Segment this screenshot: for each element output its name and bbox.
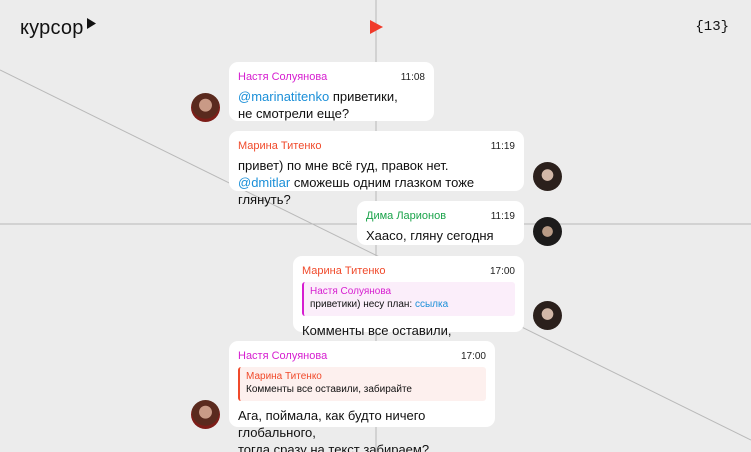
quote-author: Настя Солуянова xyxy=(310,286,392,297)
message-author[interactable]: Марина Титенко xyxy=(302,265,385,277)
message-text-part: Ага, поймала, как будто ничего глобально… xyxy=(238,408,426,440)
quote-text: Комменты все оставили, забирайте xyxy=(246,384,412,395)
reply-quote[interactable]: Марина Титенко Комменты все оставили, за… xyxy=(238,367,486,401)
message-author[interactable]: Дима Ларионов xyxy=(366,210,446,222)
message-bubble: Настя Солуянова 17:00 Марина Титенко Ком… xyxy=(229,341,495,452)
page-number: {13} xyxy=(695,19,729,35)
reply-quote[interactable]: Настя Солуянова приветики) несу план: сс… xyxy=(302,282,515,316)
message-bubble: Дима Ларионов 11:19 Хаасо, гляну сегодня xyxy=(357,201,524,245)
mention-link[interactable]: @marinatitenko xyxy=(238,89,329,104)
logo-text: курсор xyxy=(20,17,84,39)
brand-logo: курсор xyxy=(20,17,96,40)
avatar-marina[interactable] xyxy=(533,162,562,191)
quote-text: приветики) несу план: ссылка xyxy=(310,298,509,312)
message-time: 11:19 xyxy=(490,211,515,222)
message-author[interactable]: Марина Титенко xyxy=(238,140,321,152)
cursor-arrow-icon xyxy=(86,18,96,29)
avatar-nastya[interactable] xyxy=(191,93,220,122)
play-icon xyxy=(370,20,383,34)
message-time: 11:08 xyxy=(400,72,425,83)
message-text-part: приветики, xyxy=(329,89,398,104)
message-time: 17:00 xyxy=(489,266,515,277)
message-bubble: Марина Титенко 17:00 Настя Солуянова при… xyxy=(293,256,524,355)
message-bubble: Марина Титенко 11:19 привет) по мне всё … xyxy=(229,131,524,207)
message-text: Ага, поймала, как будто ничего глобально… xyxy=(238,407,486,452)
avatar-nastya[interactable] xyxy=(191,400,220,429)
message-text-part: привет) по мне всё гуд, правок нет. xyxy=(238,158,449,173)
mention-link[interactable]: @dmitlar xyxy=(238,175,290,190)
message-text-part: не смотрели еще? xyxy=(238,106,350,121)
message-bubble: Настя Солуянова 11:08 @marinatitenko при… xyxy=(229,62,434,121)
avatar-dima[interactable] xyxy=(533,217,562,246)
message-time: 17:00 xyxy=(460,351,486,362)
message-time: 11:19 xyxy=(490,141,515,152)
quote-author: Марина Титенко xyxy=(246,371,322,382)
message-author[interactable]: Настя Солуянова xyxy=(238,350,327,362)
quote-text-part: приветики) несу план: xyxy=(310,299,415,310)
message-text: @marinatitenko приветики, не смотрели ещ… xyxy=(238,88,425,122)
quote-link[interactable]: ссылка xyxy=(415,299,448,310)
message-author[interactable]: Настя Солуянова xyxy=(238,71,327,83)
avatar-marina[interactable] xyxy=(533,301,562,330)
message-text: Хаасо, гляну сегодня xyxy=(366,228,494,243)
message-text-part: тогда сразу на текст забираем? xyxy=(238,442,430,452)
